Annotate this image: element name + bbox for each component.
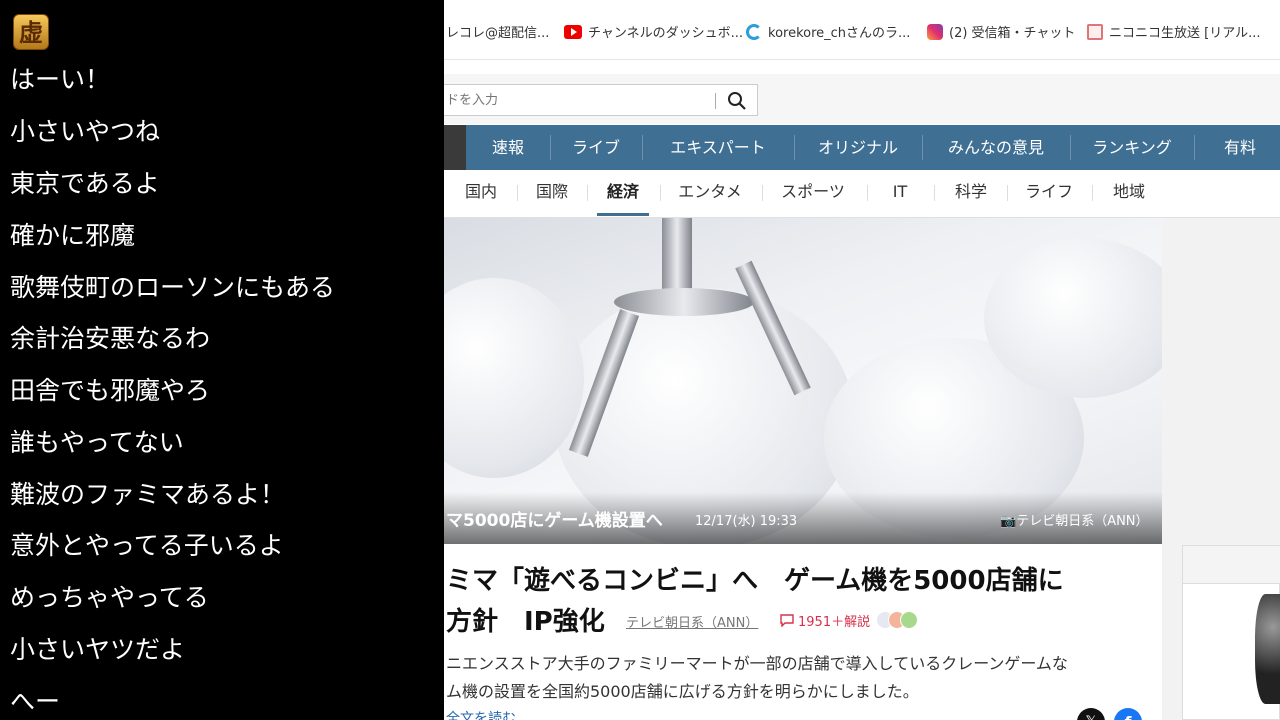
article-summary: ニエンスストア大手のファミリーマートが一部の店舗で導入しているクレーンゲームな: [446, 654, 1068, 673]
comment-line: 東京であるよ: [10, 169, 160, 198]
hero-caption-source-text: テレビ朝日系（ANN）: [1016, 514, 1149, 529]
search-divider: [715, 93, 716, 109]
bookmark-item[interactable]: (2) 受信箱・チャット: [927, 22, 1075, 41]
sidebar-card-header: [1183, 546, 1280, 584]
tab-life[interactable]: ライフ: [1019, 170, 1079, 216]
main-nav: 速報 ライブ エキスパート オリジナル みんなの意見 ランキング 有料: [444, 125, 1280, 170]
bookmark-label: チャンネルのダッシュボ...: [588, 26, 744, 41]
niconico-icon: [1087, 23, 1103, 40]
camera-icon: 📷: [1000, 514, 1017, 529]
article-headline[interactable]: ミマ「遊べるコンビニ」へ ゲーム機を5000店舗に: [446, 560, 1064, 597]
nav-item-ranking[interactable]: ランキング: [1070, 125, 1194, 170]
comment-line: 歌舞伎町のローソンにもある: [10, 273, 336, 302]
tab-science[interactable]: 科学: [948, 170, 994, 216]
spinner-icon: [746, 23, 762, 40]
hero-caption-source: 📷テレビ朝日系（ANN）: [1000, 510, 1149, 529]
nav-item-live[interactable]: ライブ: [550, 125, 642, 170]
instagram-icon: [927, 23, 943, 40]
streamer-badge-icon: 虚: [13, 14, 49, 50]
bookmark-item[interactable]: ニコニコ生放送 [リアル...: [1087, 22, 1260, 41]
bookmark-label: korekore_chさんのラ...: [768, 26, 911, 41]
comment-line: 小さいやつね: [10, 117, 161, 146]
search-box: [444, 84, 758, 116]
share-x-icon[interactable]: 𝕏: [1077, 708, 1105, 720]
share-facebook-icon[interactable]: f: [1114, 708, 1142, 720]
hero-caption-title: マ5000店にゲーム機設置へ: [446, 511, 663, 531]
tab-it[interactable]: IT: [880, 170, 920, 216]
comment-count: 1951＋解説: [798, 615, 871, 630]
bookmark-label: (2) 受信箱・チャット: [949, 26, 1076, 41]
nav-item-news[interactable]: 速報: [466, 125, 550, 170]
sidebar-thumbnail: [1255, 594, 1280, 704]
hero-image[interactable]: マ5000店にゲーム機設置へ 12/17(水) 19:33 📷テレビ朝日系（AN…: [444, 218, 1162, 544]
comment-line: 意外とやってる子いるよ: [10, 531, 284, 560]
read-more-link[interactable]: 全文を読む: [446, 708, 516, 720]
bookmark-label: ニコニコ生放送 [リアル...: [1109, 26, 1261, 41]
tab-domestic[interactable]: 国内: [458, 170, 504, 216]
browser-page: レコレ@超配信... チャンネルのダッシュボ... korekore_chさんの…: [444, 0, 1280, 720]
tab-divider: [1007, 185, 1008, 201]
tab-divider: [762, 185, 763, 201]
nav-left-cap: [444, 125, 466, 170]
nav-item-opinion[interactable]: みんなの意見: [922, 125, 1070, 170]
comment-line: 難波のファミマあるよ！: [10, 480, 286, 509]
comment-line: へー: [10, 687, 61, 716]
tab-entertainment[interactable]: エンタメ: [670, 170, 750, 216]
screen: 虚 はーい！ 小さいやつね 東京であるよ 確かに邪魔 歌舞伎町のローソンにもある…: [0, 0, 1280, 720]
tab-divider: [1092, 185, 1093, 201]
tab-divider: [587, 185, 588, 201]
tab-divider: [660, 185, 661, 201]
hero-caption-date: 12/17(水) 19:33: [695, 514, 798, 529]
tab-region[interactable]: 地域: [1104, 170, 1154, 216]
bookmark-item[interactable]: korekore_chさんのラ...: [746, 22, 910, 41]
article-summary-cont: ム機の設置を全国約5000店舗に広げる方針を明らかにしました。: [446, 682, 919, 701]
youtube-icon: [564, 24, 582, 39]
tab-divider: [517, 185, 518, 201]
crane-claw-head: [614, 288, 754, 316]
comment-line: 余計治安悪なるわ: [10, 324, 211, 353]
bookmark-label: レコレ@超配信...: [446, 26, 550, 41]
tab-economy[interactable]: 経済: [597, 170, 649, 216]
search-input[interactable]: [446, 90, 706, 110]
comment-overlay: 虚 はーい！ 小さいやつね 東京であるよ 確かに邪魔 歌舞伎町のローソンにもある…: [0, 0, 444, 720]
search-icon[interactable]: [726, 90, 748, 112]
avatar: [900, 611, 918, 629]
comment-line: 誰もやってない: [10, 428, 184, 457]
article-source-link[interactable]: テレビ朝日系（ANN）: [626, 612, 758, 631]
category-tabs: 国内 国際 経済 エンタメ スポーツ IT 科学 ライフ 地域: [444, 170, 1280, 218]
bookmark-item[interactable]: レコレ@超配信...: [446, 22, 549, 41]
sidebar-card[interactable]: [1182, 545, 1280, 720]
nav-item-paid[interactable]: 有料: [1194, 125, 1280, 170]
tab-international[interactable]: 国際: [529, 170, 575, 216]
nav-item-expert[interactable]: エキスパート: [642, 125, 794, 170]
tab-divider: [934, 185, 935, 201]
crane-claw-shaft: [662, 218, 692, 298]
tab-sports[interactable]: スポーツ: [772, 170, 854, 216]
comment-count-link[interactable]: 1951＋解説: [780, 611, 870, 630]
search-row: [444, 74, 1280, 124]
comment-line: はーい！: [10, 65, 111, 94]
comment-line: 確かに邪魔: [10, 221, 136, 250]
tab-divider: [867, 185, 868, 201]
comment-bubble-icon: [780, 614, 794, 627]
article-headline-cont[interactable]: 方針 IP強化: [446, 601, 605, 638]
bookmark-item[interactable]: チャンネルのダッシュボ...: [564, 22, 743, 41]
nav-item-original[interactable]: オリジナル: [794, 125, 922, 170]
bookmarks-bar: レコレ@超配信... チャンネルのダッシュボ... korekore_chさんの…: [444, 0, 1280, 60]
comment-line: 小さいヤツだよ: [10, 635, 186, 664]
comment-line: 田舎でも邪魔やろ: [10, 376, 211, 405]
comment-line: めっちゃやってる: [10, 583, 209, 612]
expert-avatars[interactable]: [876, 611, 918, 631]
